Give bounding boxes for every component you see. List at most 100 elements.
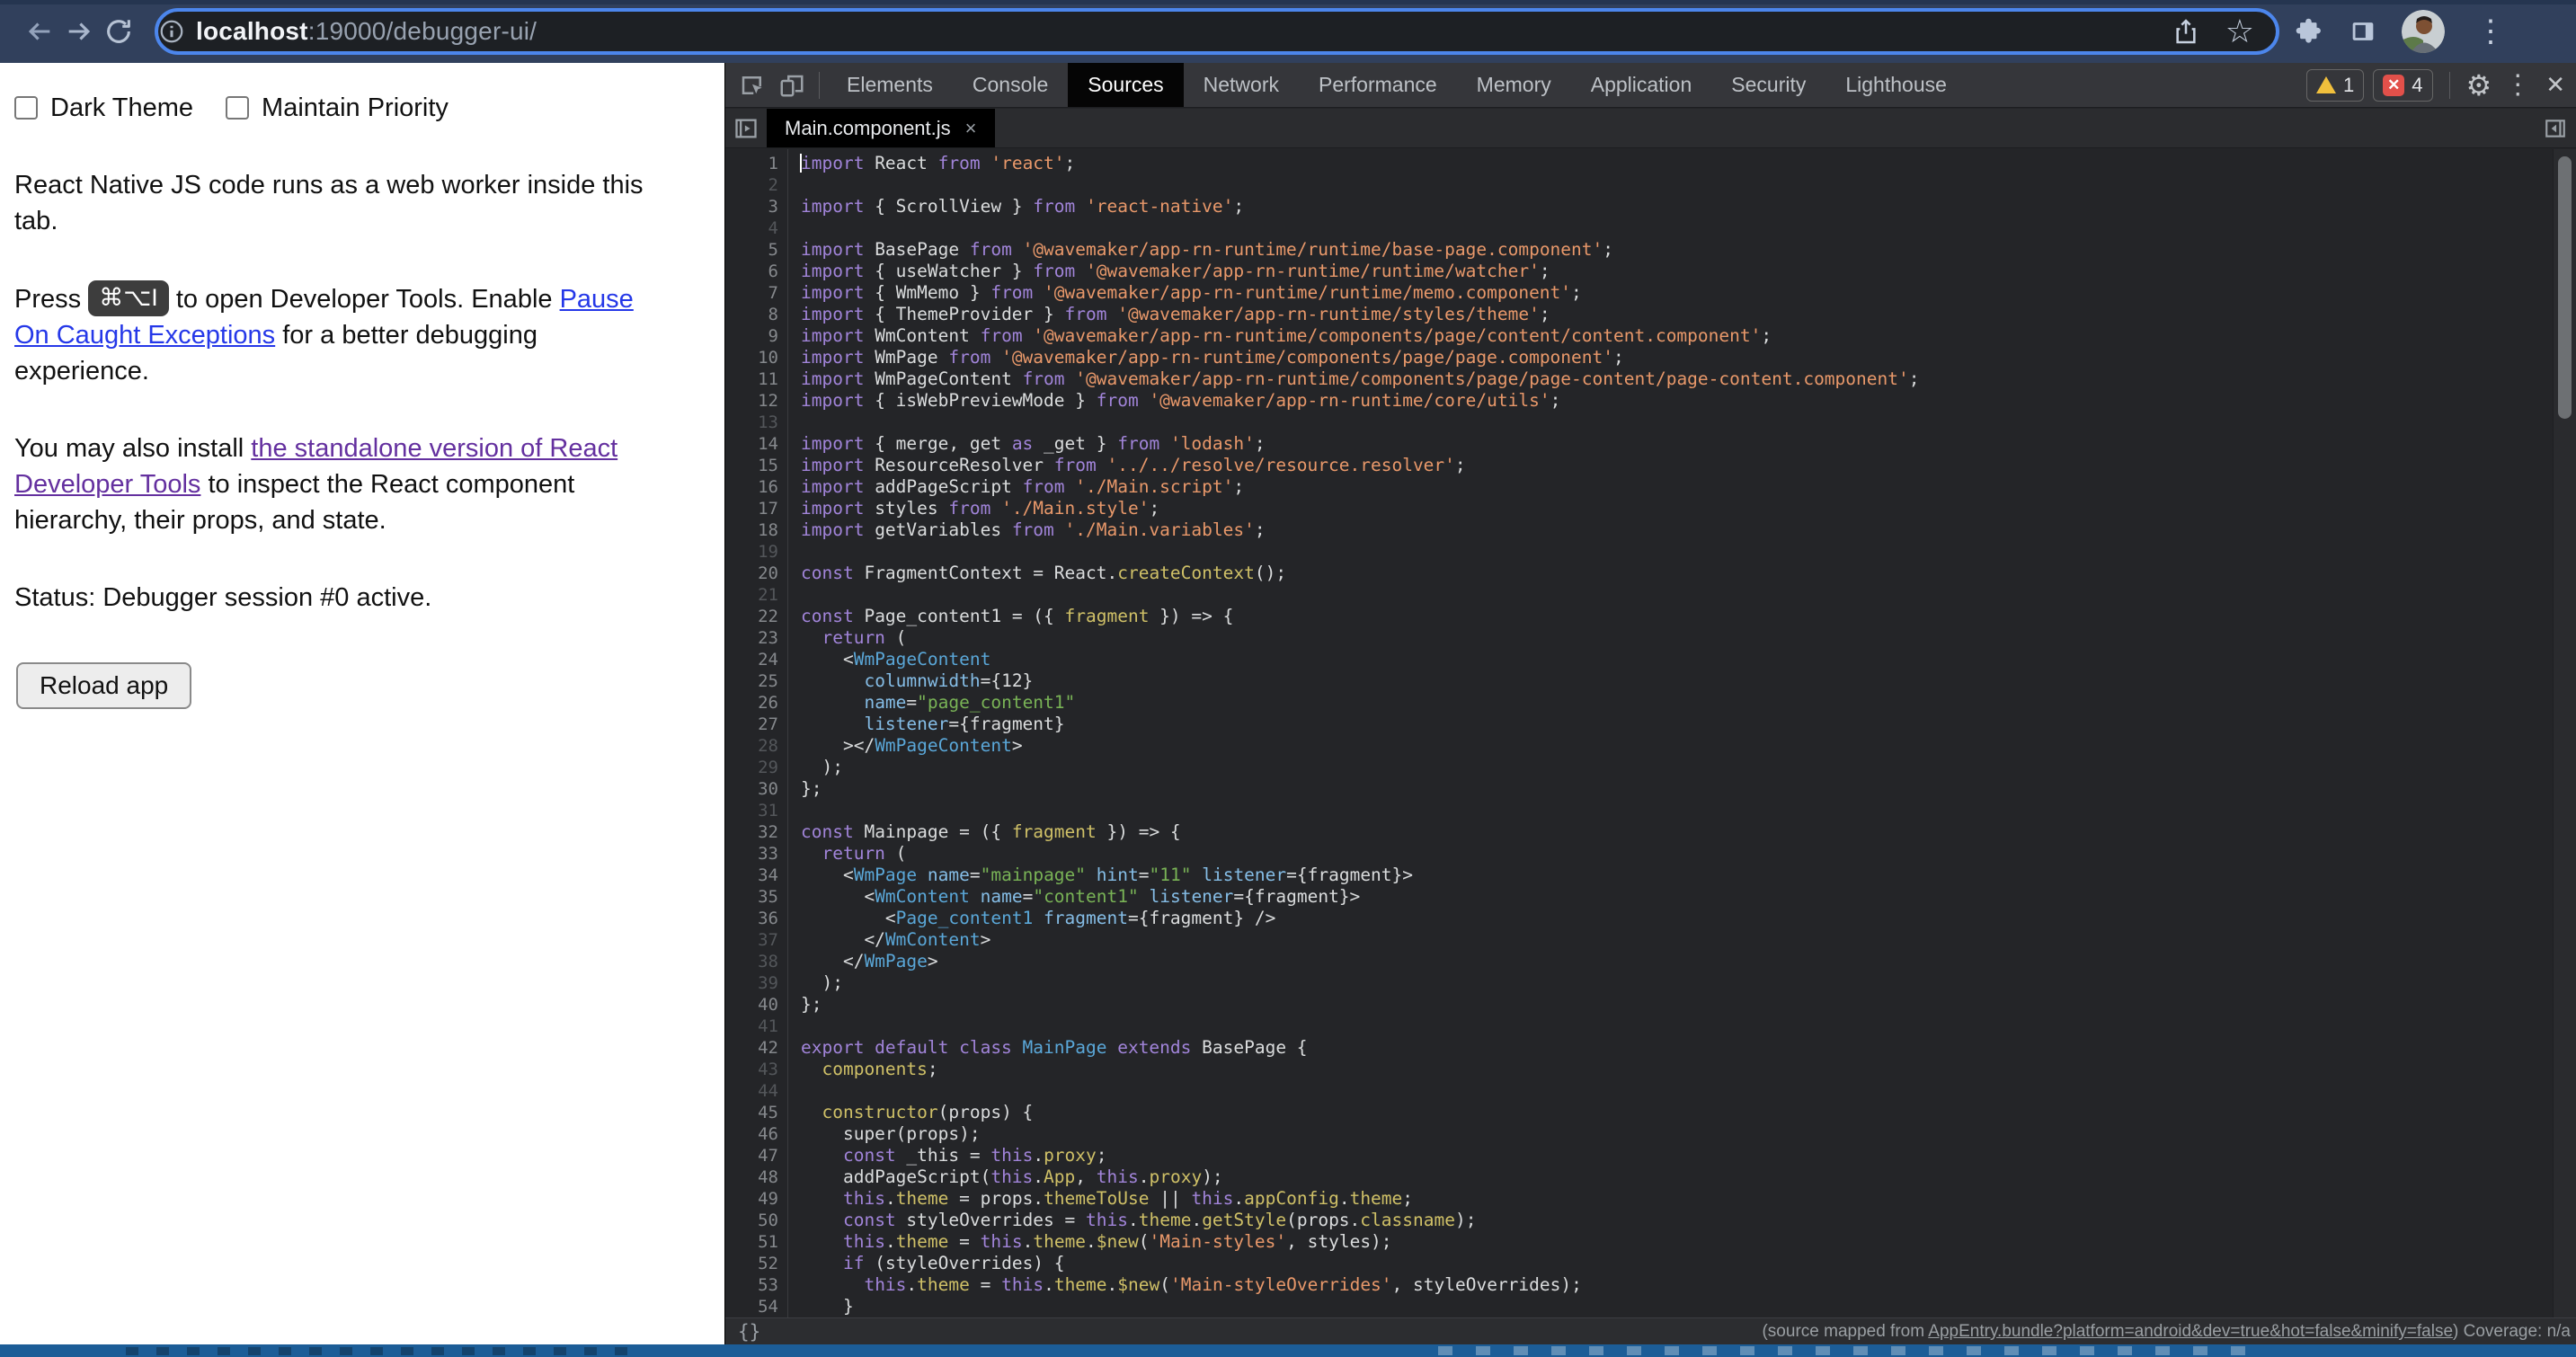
code-line[interactable] bbox=[801, 217, 2553, 239]
reload-button[interactable] bbox=[99, 12, 138, 51]
line-number[interactable]: 49 bbox=[725, 1188, 778, 1210]
line-number[interactable]: 50 bbox=[725, 1210, 778, 1231]
code-line[interactable]: const _this = this.proxy; bbox=[801, 1145, 2553, 1166]
line-number[interactable]: 23 bbox=[725, 627, 778, 649]
code-line[interactable]: export default class MainPage extends Ba… bbox=[801, 1037, 2553, 1059]
line-number[interactable]: 48 bbox=[725, 1166, 778, 1188]
maintain-priority-checkbox[interactable] bbox=[226, 96, 249, 120]
share-icon[interactable] bbox=[2172, 17, 2200, 46]
line-number[interactable]: 33 bbox=[725, 843, 778, 865]
inspect-element-button[interactable] bbox=[733, 66, 772, 105]
code-line[interactable]: </WmPage> bbox=[801, 951, 2553, 972]
line-number[interactable]: 4 bbox=[725, 217, 778, 239]
code-line[interactable]: import WmPageContent from '@wavemaker/ap… bbox=[801, 368, 2553, 390]
line-number[interactable]: 36 bbox=[725, 908, 778, 929]
code-line[interactable]: import WmPage from '@wavemaker/app-rn-ru… bbox=[801, 347, 2553, 368]
site-info-icon[interactable] bbox=[158, 18, 185, 45]
line-number[interactable]: 19 bbox=[725, 541, 778, 563]
code-line[interactable]: } bbox=[801, 1296, 2553, 1317]
devtools-close-icon[interactable]: ✕ bbox=[2544, 71, 2567, 99]
code-line[interactable]: import addPageScript from './Main.script… bbox=[801, 476, 2553, 498]
code-line[interactable]: addPageScript(this.App, this.proxy); bbox=[801, 1166, 2553, 1188]
debugger-sidebar-toggle-button[interactable] bbox=[2535, 109, 2576, 147]
code-line[interactable]: if (styleOverrides) { bbox=[801, 1253, 2553, 1274]
bundle-link[interactable]: AppEntry.bundle?platform=android&dev=tru… bbox=[1928, 1322, 2453, 1341]
code-line[interactable]: import { isWebPreviewMode } from '@wavem… bbox=[801, 390, 2553, 412]
line-number[interactable]: 9 bbox=[725, 325, 778, 347]
line-number[interactable]: 44 bbox=[725, 1080, 778, 1102]
line-number[interactable]: 39 bbox=[725, 972, 778, 994]
line-number[interactable]: 45 bbox=[725, 1102, 778, 1123]
code-line[interactable]: ); bbox=[801, 972, 2553, 994]
line-number[interactable]: 42 bbox=[725, 1037, 778, 1059]
line-number[interactable]: 16 bbox=[725, 476, 778, 498]
devtools-tab-network[interactable]: Network bbox=[1184, 63, 1299, 107]
line-number[interactable]: 2 bbox=[725, 174, 778, 196]
line-number[interactable]: 14 bbox=[725, 433, 778, 455]
line-number[interactable]: 27 bbox=[725, 714, 778, 735]
file-tab-main-component[interactable]: Main.component.js × bbox=[767, 109, 995, 147]
code-line[interactable] bbox=[801, 800, 2553, 821]
editor-scrollbar[interactable] bbox=[2553, 149, 2576, 1317]
forward-button[interactable] bbox=[59, 12, 99, 51]
code-line[interactable]: import BasePage from '@wavemaker/app-rn-… bbox=[801, 239, 2553, 261]
devtools-tab-lighthouse[interactable]: Lighthouse bbox=[1825, 63, 1967, 107]
dark-theme-checkbox[interactable] bbox=[14, 96, 38, 120]
profile-avatar[interactable] bbox=[2402, 10, 2445, 53]
line-number[interactable]: 11 bbox=[725, 368, 778, 390]
code-line[interactable]: const Page_content1 = ({ fragment }) => … bbox=[801, 606, 2553, 627]
code-line[interactable] bbox=[801, 1016, 2553, 1037]
line-number[interactable]: 43 bbox=[725, 1059, 778, 1080]
code-line[interactable] bbox=[801, 412, 2553, 433]
line-number[interactable]: 38 bbox=[725, 951, 778, 972]
back-button[interactable] bbox=[20, 12, 59, 51]
line-number[interactable]: 52 bbox=[725, 1253, 778, 1274]
code-line[interactable]: super(props); bbox=[801, 1123, 2553, 1145]
line-number[interactable]: 26 bbox=[725, 692, 778, 714]
line-number[interactable]: 17 bbox=[725, 498, 778, 519]
line-number[interactable]: 1 bbox=[725, 153, 778, 174]
code-line[interactable]: return ( bbox=[801, 843, 2553, 865]
line-number[interactable]: 12 bbox=[725, 390, 778, 412]
line-number[interactable]: 15 bbox=[725, 455, 778, 476]
line-number[interactable]: 25 bbox=[725, 670, 778, 692]
code-line[interactable]: const styleOverrides = this.theme.getSty… bbox=[801, 1210, 2553, 1231]
address-bar[interactable]: localhost:19000/debugger-ui/ ☆ bbox=[155, 8, 2279, 55]
code-line[interactable]: components; bbox=[801, 1059, 2553, 1080]
devtools-tab-performance[interactable]: Performance bbox=[1299, 63, 1457, 107]
line-number[interactable]: 32 bbox=[725, 821, 778, 843]
extensions-puzzle-icon[interactable] bbox=[2294, 16, 2324, 47]
line-number[interactable]: 29 bbox=[725, 757, 778, 778]
code-line[interactable]: constructor(props) { bbox=[801, 1102, 2553, 1123]
code-line[interactable]: <WmPageContent bbox=[801, 649, 2553, 670]
line-number[interactable]: 8 bbox=[725, 304, 778, 325]
code-line[interactable]: }; bbox=[801, 994, 2553, 1016]
source-editor[interactable]: 1234567891011121314151617181920212223242… bbox=[725, 149, 2576, 1317]
line-number[interactable]: 3 bbox=[725, 196, 778, 217]
line-number[interactable]: 40 bbox=[725, 994, 778, 1016]
reload-app-button[interactable]: Reload app bbox=[16, 662, 191, 709]
devtools-tab-sources[interactable]: Sources bbox=[1068, 63, 1183, 107]
code-line[interactable]: <Page_content1 fragment={fragment} /> bbox=[801, 908, 2553, 929]
code-line[interactable]: import { ThemeProvider } from '@wavemake… bbox=[801, 304, 2553, 325]
line-number[interactable]: 20 bbox=[725, 563, 778, 584]
errors-badge[interactable]: ✕ 4 bbox=[2373, 69, 2432, 102]
file-tab-close-icon[interactable]: × bbox=[965, 117, 977, 140]
code-line[interactable] bbox=[801, 541, 2553, 563]
line-number[interactable]: 54 bbox=[725, 1296, 778, 1317]
code-line[interactable]: import { useWatcher } from '@wavemaker/a… bbox=[801, 261, 2553, 282]
navigator-toggle-button[interactable] bbox=[725, 109, 767, 147]
line-number[interactable]: 13 bbox=[725, 412, 778, 433]
scrollbar-thumb[interactable] bbox=[2558, 156, 2572, 419]
code-line[interactable]: </WmContent> bbox=[801, 929, 2553, 951]
line-number[interactable]: 34 bbox=[725, 865, 778, 886]
code-line[interactable]: ></WmPageContent> bbox=[801, 735, 2553, 757]
devtools-tab-memory[interactable]: Memory bbox=[1457, 63, 1571, 107]
code-line[interactable]: const Mainpage = ({ fragment }) => { bbox=[801, 821, 2553, 843]
chrome-menu-kebab-icon[interactable]: ⋮ bbox=[2468, 16, 2513, 47]
line-number[interactable]: 31 bbox=[725, 800, 778, 821]
devtools-tab-console[interactable]: Console bbox=[953, 63, 1068, 107]
line-number[interactable]: 35 bbox=[725, 886, 778, 908]
devtools-menu-kebab-icon[interactable]: ⋮ bbox=[2500, 69, 2535, 101]
code-line[interactable]: import getVariables from './Main.variabl… bbox=[801, 519, 2553, 541]
